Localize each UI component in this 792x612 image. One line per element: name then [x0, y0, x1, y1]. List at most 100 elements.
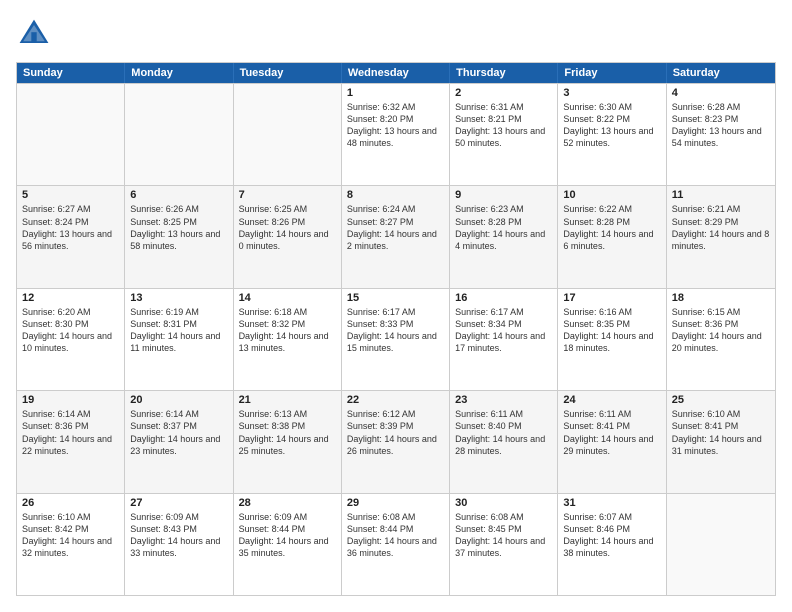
calendar: SundayMondayTuesdayWednesdayThursdayFrid… — [16, 62, 776, 596]
cell-info: Sunrise: 6:27 AM Sunset: 8:24 PM Dayligh… — [22, 203, 119, 252]
day-cell-11: 11 Sunrise: 6:21 AM Sunset: 8:29 PM Dayli… — [667, 186, 775, 287]
day-cell-19: 19 Sunrise: 6:14 AM Sunset: 8:36 PM Dayli… — [17, 391, 125, 492]
cell-info: Sunrise: 6:22 AM Sunset: 8:28 PM Dayligh… — [563, 203, 660, 252]
cell-info: Sunrise: 6:12 AM Sunset: 8:39 PM Dayligh… — [347, 408, 444, 457]
day-number: 18 — [672, 292, 770, 304]
day-cell-20: 20 Sunrise: 6:14 AM Sunset: 8:37 PM Dayli… — [125, 391, 233, 492]
day-cell-9: 9Sunrise: 6:23 AM Sunset: 8:28 PM Daylig… — [450, 186, 558, 287]
day-number: 22 — [347, 394, 444, 406]
page: SundayMondayTuesdayWednesdayThursdayFrid… — [0, 0, 792, 612]
day-cell-16: 16 Sunrise: 6:17 AM Sunset: 8:34 PM Dayli… — [450, 289, 558, 390]
day-cell-23: 23 Sunrise: 6:11 AM Sunset: 8:40 PM Dayli… — [450, 391, 558, 492]
day-cell-25: 25 Sunrise: 6:10 AM Sunset: 8:41 PM Dayli… — [667, 391, 775, 492]
calendar-row-0: 1Sunrise: 6:32 AM Sunset: 8:20 PM Daylig… — [17, 83, 775, 185]
day-cell-12: 12 Sunrise: 6:20 AM Sunset: 8:30 PM Dayli… — [17, 289, 125, 390]
cell-info: Sunrise: 6:14 AM Sunset: 8:36 PM Dayligh… — [22, 408, 119, 457]
day-number: 29 — [347, 497, 444, 509]
header-day-wednesday: Wednesday — [342, 63, 450, 83]
calendar-header: SundayMondayTuesdayWednesdayThursdayFrid… — [17, 63, 775, 83]
cell-info: Sunrise: 6:15 AM Sunset: 8:36 PM Dayligh… — [672, 306, 770, 355]
cell-info: Sunrise: 6:09 AM Sunset: 8:43 PM Dayligh… — [130, 511, 227, 560]
day-cell-14: 14Sunrise: 6:18 AM Sunset: 8:32 PM Dayli… — [234, 289, 342, 390]
day-number: 7 — [239, 189, 336, 201]
day-cell-2: 2Sunrise: 6:31 AM Sunset: 8:21 PM Daylig… — [450, 84, 558, 185]
empty-cell — [234, 84, 342, 185]
empty-cell — [17, 84, 125, 185]
day-cell-4: 4 Sunrise: 6:28 AM Sunset: 8:23 PM Daylig… — [667, 84, 775, 185]
day-cell-31: 31 Sunrise: 6:07 AM Sunset: 8:46 PM Dayli… — [558, 494, 666, 595]
day-cell-17: 17 Sunrise: 6:16 AM Sunset: 8:35 PM Dayli… — [558, 289, 666, 390]
cell-info: Sunrise: 6:10 AM Sunset: 8:41 PM Dayligh… — [672, 408, 770, 457]
day-cell-5: 5 Sunrise: 6:27 AM Sunset: 8:24 PM Daylig… — [17, 186, 125, 287]
cell-info: Sunrise: 6:21 AM Sunset: 8:29 PM Dayligh… — [672, 203, 770, 252]
day-number: 26 — [22, 497, 119, 509]
day-cell-10: 10 Sunrise: 6:22 AM Sunset: 8:28 PM Dayli… — [558, 186, 666, 287]
day-number: 21 — [239, 394, 336, 406]
day-number: 23 — [455, 394, 552, 406]
cell-info: Sunrise: 6:11 AM Sunset: 8:41 PM Dayligh… — [563, 408, 660, 457]
calendar-row-1: 5 Sunrise: 6:27 AM Sunset: 8:24 PM Daylig… — [17, 185, 775, 287]
day-cell-15: 15Sunrise: 6:17 AM Sunset: 8:33 PM Dayli… — [342, 289, 450, 390]
cell-info: Sunrise: 6:07 AM Sunset: 8:46 PM Dayligh… — [563, 511, 660, 560]
cell-info: Sunrise: 6:26 AM Sunset: 8:25 PM Dayligh… — [130, 203, 227, 252]
cell-info: Sunrise: 6:09 AM Sunset: 8:44 PM Dayligh… — [239, 511, 336, 560]
day-number: 11 — [672, 189, 770, 201]
day-cell-8: 8Sunrise: 6:24 AM Sunset: 8:27 PM Daylig… — [342, 186, 450, 287]
cell-info: Sunrise: 6:11 AM Sunset: 8:40 PM Dayligh… — [455, 408, 552, 457]
day-number: 25 — [672, 394, 770, 406]
cell-info: Sunrise: 6:13 AM Sunset: 8:38 PM Dayligh… — [239, 408, 336, 457]
day-number: 1 — [347, 87, 444, 99]
day-cell-30: 30Sunrise: 6:08 AM Sunset: 8:45 PM Dayli… — [450, 494, 558, 595]
day-cell-26: 26 Sunrise: 6:10 AM Sunset: 8:42 PM Dayli… — [17, 494, 125, 595]
cell-info: Sunrise: 6:31 AM Sunset: 8:21 PM Dayligh… — [455, 101, 552, 150]
header-day-sunday: Sunday — [17, 63, 125, 83]
calendar-row-3: 19 Sunrise: 6:14 AM Sunset: 8:36 PM Dayli… — [17, 390, 775, 492]
day-cell-1: 1Sunrise: 6:32 AM Sunset: 8:20 PM Daylig… — [342, 84, 450, 185]
day-number: 28 — [239, 497, 336, 509]
day-cell-18: 18 Sunrise: 6:15 AM Sunset: 8:36 PM Dayli… — [667, 289, 775, 390]
logo — [16, 16, 56, 52]
day-number: 4 — [672, 87, 770, 99]
cell-info: Sunrise: 6:14 AM Sunset: 8:37 PM Dayligh… — [130, 408, 227, 457]
cell-info: Sunrise: 6:17 AM Sunset: 8:34 PM Dayligh… — [455, 306, 552, 355]
cell-info: Sunrise: 6:19 AM Sunset: 8:31 PM Dayligh… — [130, 306, 227, 355]
day-number: 10 — [563, 189, 660, 201]
empty-cell — [667, 494, 775, 595]
cell-info: Sunrise: 6:10 AM Sunset: 8:42 PM Dayligh… — [22, 511, 119, 560]
day-number: 17 — [563, 292, 660, 304]
cell-info: Sunrise: 6:18 AM Sunset: 8:32 PM Dayligh… — [239, 306, 336, 355]
day-cell-13: 13 Sunrise: 6:19 AM Sunset: 8:31 PM Dayli… — [125, 289, 233, 390]
cell-info: Sunrise: 6:17 AM Sunset: 8:33 PM Dayligh… — [347, 306, 444, 355]
header-day-saturday: Saturday — [667, 63, 775, 83]
cell-info: Sunrise: 6:20 AM Sunset: 8:30 PM Dayligh… — [22, 306, 119, 355]
day-number: 24 — [563, 394, 660, 406]
day-number: 9 — [455, 189, 552, 201]
day-cell-7: 7Sunrise: 6:25 AM Sunset: 8:26 PM Daylig… — [234, 186, 342, 287]
cell-info: Sunrise: 6:08 AM Sunset: 8:44 PM Dayligh… — [347, 511, 444, 560]
day-number: 31 — [563, 497, 660, 509]
cell-info: Sunrise: 6:08 AM Sunset: 8:45 PM Dayligh… — [455, 511, 552, 560]
cell-info: Sunrise: 6:30 AM Sunset: 8:22 PM Dayligh… — [563, 101, 660, 150]
day-cell-28: 28 Sunrise: 6:09 AM Sunset: 8:44 PM Dayli… — [234, 494, 342, 595]
header-day-tuesday: Tuesday — [234, 63, 342, 83]
day-number: 8 — [347, 189, 444, 201]
day-number: 16 — [455, 292, 552, 304]
empty-cell — [125, 84, 233, 185]
day-number: 5 — [22, 189, 119, 201]
day-number: 20 — [130, 394, 227, 406]
day-number: 12 — [22, 292, 119, 304]
cell-info: Sunrise: 6:16 AM Sunset: 8:35 PM Dayligh… — [563, 306, 660, 355]
day-number: 13 — [130, 292, 227, 304]
day-number: 19 — [22, 394, 119, 406]
day-number: 3 — [563, 87, 660, 99]
header — [16, 16, 776, 52]
day-number: 27 — [130, 497, 227, 509]
day-cell-27: 27 Sunrise: 6:09 AM Sunset: 8:43 PM Dayli… — [125, 494, 233, 595]
cell-info: Sunrise: 6:28 AM Sunset: 8:23 PM Dayligh… — [672, 101, 770, 150]
day-cell-21: 21 Sunrise: 6:13 AM Sunset: 8:38 PM Dayli… — [234, 391, 342, 492]
day-cell-29: 29 Sunrise: 6:08 AM Sunset: 8:44 PM Dayli… — [342, 494, 450, 595]
calendar-body: 1Sunrise: 6:32 AM Sunset: 8:20 PM Daylig… — [17, 83, 775, 595]
header-day-thursday: Thursday — [450, 63, 558, 83]
calendar-row-4: 26 Sunrise: 6:10 AM Sunset: 8:42 PM Dayli… — [17, 493, 775, 595]
logo-icon — [16, 16, 52, 52]
